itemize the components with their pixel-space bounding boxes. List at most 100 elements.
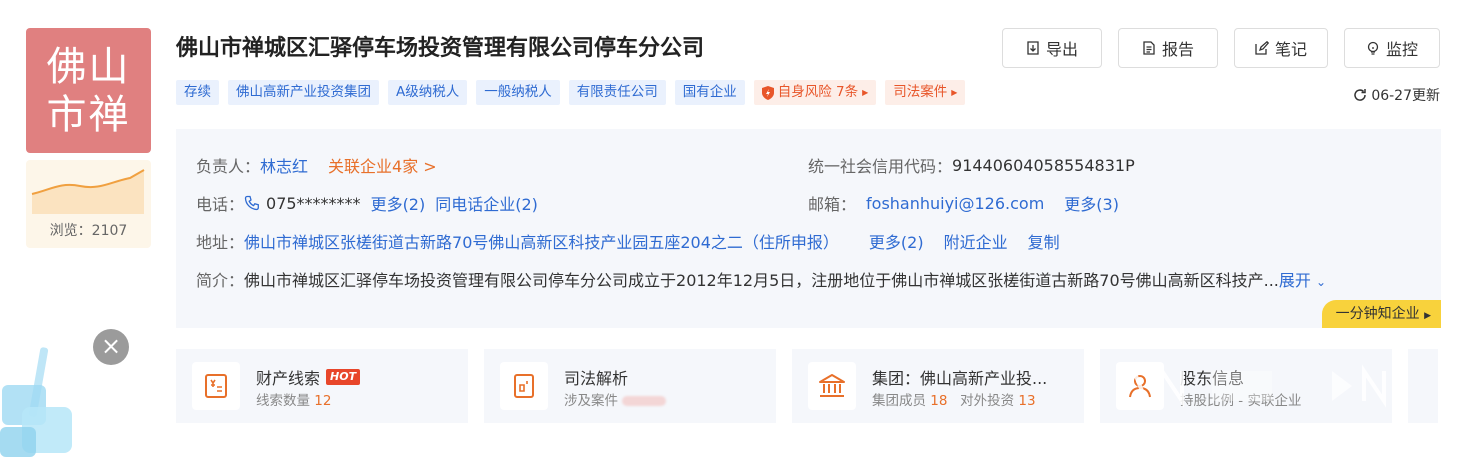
legal-analysis-label: 司法解析: [564, 369, 629, 388]
email-label: 邮箱：: [808, 195, 857, 214]
close-icon: ×: [100, 332, 122, 360]
tag-llc[interactable]: 有限责任公司: [568, 80, 666, 105]
monitor-button[interactable]: 监控: [1344, 28, 1440, 68]
group-sub: 集团成员 18 对外投资 13: [872, 389, 1036, 409]
address-label: 地址：: [196, 233, 245, 252]
email-more-link[interactable]: 更多(3): [1064, 191, 1119, 215]
share-ratio-label: 持股比例: [1180, 393, 1234, 409]
actual-related-label: 实联企业: [1247, 393, 1302, 409]
caret-right-icon: ▶: [1424, 311, 1431, 321]
refresh-icon: [1354, 89, 1367, 101]
shareholders-label: 股东信息: [1180, 369, 1245, 388]
notes-button[interactable]: 笔记: [1234, 28, 1328, 68]
copy-address-link[interactable]: 复制: [1028, 229, 1060, 253]
legal-cases-label: 司法案件: [893, 84, 948, 100]
tag-a-taxpayer[interactable]: A级纳税人: [388, 80, 468, 105]
feature-cards: 财产线索 HOT 线索数量 12 司法解析 涉及案件 集团：佛山高新产业投...…: [176, 349, 1438, 423]
report-label: 报告: [1161, 40, 1194, 59]
document-icon: [1143, 41, 1155, 55]
group-title: 集团：佛山高新产业投...: [872, 365, 1047, 389]
tag-legal-cases[interactable]: 司法案件 ▶: [885, 80, 966, 105]
tag-status: 存续: [176, 80, 219, 105]
intro-label: 简介：: [196, 271, 245, 290]
update-status[interactable]: 06-27更新: [1353, 85, 1440, 105]
update-text: 06-27更新: [1371, 88, 1440, 104]
close-ad-button[interactable]: ×: [93, 329, 129, 365]
shareholders-sub: 持股比例 - 实联企业: [1180, 389, 1301, 409]
group-label: 集团：佛山高新产业投...: [872, 369, 1048, 388]
company-title[interactable]: 佛山市禅城区汇驿停车场投资管理有限公司停车分公司: [176, 30, 704, 62]
edit-icon: [1255, 41, 1269, 55]
legal-analysis-icon: [500, 362, 548, 410]
monitor-label: 监控: [1385, 40, 1418, 59]
company-logo: 佛山 市禅: [26, 28, 151, 153]
notes-label: 笔记: [1274, 40, 1307, 59]
clue-count-label: 线索数量: [256, 393, 310, 409]
shareholder-icon: [1116, 362, 1164, 410]
related-companies-link[interactable]: 关联企业4家 >: [328, 153, 437, 177]
one-minute-label: 一分钟知企业: [1335, 306, 1420, 322]
outward-investment-label: 对外投资: [960, 393, 1015, 409]
monitor-bulb-icon: [1367, 41, 1379, 55]
address-link[interactable]: 佛山市禅城区张槎街道古新路70号佛山高新区科技产业园五座204之二（住所申报）: [244, 229, 839, 253]
card-group[interactable]: 集团：佛山高新产业投... 集团成员 18 对外投资 13: [792, 349, 1084, 423]
views-trend-card: 浏览：2107: [26, 160, 151, 248]
tag-general-taxpayer[interactable]: 一般纳税人: [476, 80, 560, 105]
phone-label: 电话：: [196, 195, 245, 214]
ice-drink-decoration-icon: [0, 347, 72, 457]
one-minute-overview-button[interactable]: 一分钟知企业 ▶: [1321, 300, 1441, 328]
intro-row: 简介： 佛山市禅城区汇驿停车场投资管理有限公司停车分公司成立于2012年12月5…: [196, 267, 1326, 291]
blurred-value: [622, 396, 667, 406]
phone-icon: [244, 195, 259, 211]
address-more-link[interactable]: 更多(2): [869, 229, 924, 253]
download-icon: [1027, 41, 1039, 55]
tag-state-owned[interactable]: 国有企业: [674, 80, 745, 105]
export-button[interactable]: 导出: [1002, 28, 1102, 68]
card-legal-analysis[interactable]: 司法解析 涉及案件: [484, 349, 776, 423]
email-link[interactable]: foshanhuiyi@126.com: [866, 194, 1044, 213]
person-row: 负责人： 林志红 关联企业4家 >: [196, 153, 437, 177]
caret-right-icon: ▶: [862, 88, 869, 97]
card-property-clues[interactable]: 财产线索 HOT 线索数量 12: [176, 349, 468, 423]
legal-analysis-title: 司法解析: [564, 365, 628, 389]
phone-value: 075********: [266, 193, 361, 213]
trend-chart-icon: [31, 169, 145, 214]
person-label: 负责人：: [196, 157, 261, 176]
involved-cases-label: 涉及案件: [564, 393, 618, 409]
group-members-value: 18: [930, 393, 948, 409]
person-name-link[interactable]: 林志红: [260, 153, 308, 177]
property-clues-title: 财产线索 HOT: [256, 365, 361, 389]
hot-badge: HOT: [326, 369, 361, 385]
export-label: 导出: [1045, 40, 1078, 59]
shareholders-title: 股东信息: [1180, 365, 1244, 389]
expand-link[interactable]: 展开 ⌄: [1279, 267, 1326, 291]
tag-self-risk[interactable]: 自身风险 7条 ▶: [753, 80, 877, 105]
caret-right-icon: ▶: [951, 88, 958, 97]
email-row: 邮箱： foshanhuiyi@126.com 更多(3): [808, 191, 1119, 215]
card-shareholders[interactable]: 股东信息 持股比例 - 实联企业: [1100, 349, 1392, 423]
outward-investment-value: 13: [1018, 393, 1036, 409]
property-clue-icon: [192, 362, 240, 410]
company-tags: 存续 佛山高新产业投资集团 A级纳税人 一般纳税人 有限责任公司 国有企业 自身…: [176, 80, 966, 105]
report-button[interactable]: 报告: [1118, 28, 1218, 68]
expand-label: 展开: [1278, 271, 1311, 290]
credit-code-row: 统一社会信用代码： 91440604058554831P: [808, 153, 1135, 177]
group-members-label: 集团成员: [872, 393, 926, 409]
basic-info-panel: 负责人： 林志红 关联企业4家 > 统一社会信用代码： 914406040585…: [176, 129, 1441, 328]
logo-line-1: 佛山: [46, 43, 131, 90]
nearby-companies-link[interactable]: 附近企业: [944, 229, 1008, 253]
property-clues-sub: 线索数量 12: [256, 389, 331, 409]
bank-building-icon: [808, 362, 856, 410]
clue-count-value: 12: [314, 393, 332, 409]
card-next-partial[interactable]: [1408, 349, 1438, 423]
address-row: 地址： 佛山市禅城区张槎街道古新路70号佛山高新区科技产业园五座204之二（住所…: [196, 229, 1060, 253]
same-phone-companies-link[interactable]: 同电话企业(2): [435, 191, 538, 215]
property-clues-label: 财产线索: [256, 369, 321, 388]
self-risk-label: 自身风险 7条: [777, 84, 859, 100]
credit-code-value: 91440604058554831P: [952, 155, 1135, 175]
chevron-down-icon: ⌄: [1316, 275, 1327, 289]
tag-group[interactable]: 佛山高新产业投资集团: [228, 80, 379, 105]
shield-lightning-icon: [761, 85, 774, 100]
phone-more-link[interactable]: 更多(2): [371, 191, 426, 215]
views-count: 浏览：2107: [49, 223, 128, 239]
